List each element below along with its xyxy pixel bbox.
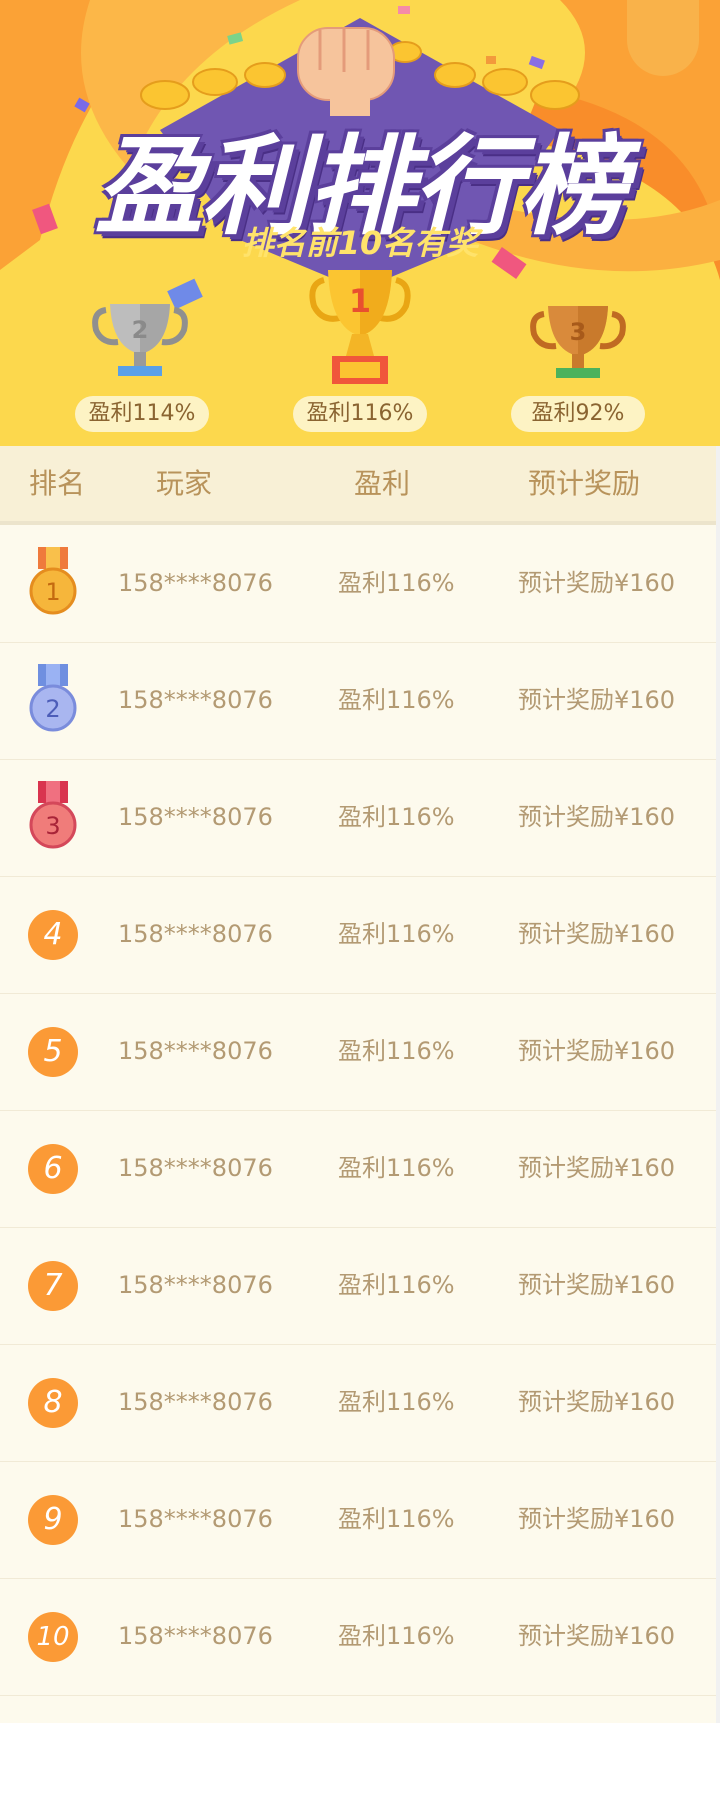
player-id: 158****8076 <box>118 569 273 597</box>
player-id: 158****8076 <box>118 1037 273 1065</box>
estimated-reward: 预计奖励¥160 <box>518 1037 676 1065</box>
gold-trophy-icon: 1 <box>309 270 411 384</box>
scrollbar[interactable] <box>716 446 720 1723</box>
rank-badge: 10 <box>28 1612 78 1662</box>
player-id: 158****8076 <box>118 686 273 714</box>
bronze-medal-icon: 3 <box>29 781 77 849</box>
leaderboard-row[interactable]: 9 158****8076 盈利116% 预计奖励¥160 <box>0 1461 716 1579</box>
banner-subtitle: 排名前10名有奖 <box>241 224 479 262</box>
rank-badge: 4 <box>28 910 78 960</box>
player-id: 158****8076 <box>118 1154 273 1182</box>
podium-third-profit: 盈利92% <box>511 396 645 432</box>
corner-tab-button[interactable] <box>627 0 699 76</box>
svg-text:3: 3 <box>45 812 60 840</box>
svg-text:2: 2 <box>45 695 60 723</box>
leaderboard-row[interactable]: 6 158****8076 盈利116% 预计奖励¥160 <box>0 1110 716 1228</box>
podium-second-profit: 盈利114% <box>75 396 209 432</box>
estimated-reward: 预计奖励¥160 <box>518 803 676 831</box>
player-id: 158****8076 <box>118 1271 273 1299</box>
player-id: 158****8076 <box>118 920 273 948</box>
leaderboard-table-header: 排名 玩家 盈利 预计奖励 <box>0 446 716 525</box>
estimated-reward: 预计奖励¥160 <box>518 569 676 597</box>
profit-value: 盈利116% <box>338 803 455 831</box>
leaderboard-row[interactable]: 5 158****8076 盈利116% 预计奖励¥160 <box>0 993 716 1111</box>
estimated-reward: 预计奖励¥160 <box>518 686 676 714</box>
svg-text:1: 1 <box>45 578 60 606</box>
leaderboard-row[interactable]: 1 158****8076 盈利116% 预计奖励¥160 <box>0 525 716 643</box>
profit-value: 盈利116% <box>338 1037 455 1065</box>
trophy-rank-3: 3 <box>570 318 587 346</box>
estimated-reward: 预计奖励¥160 <box>518 1505 676 1533</box>
rank-badge: 9 <box>28 1495 78 1545</box>
leaderboard-row[interactable]: 7 158****8076 盈利116% 预计奖励¥160 <box>0 1227 716 1345</box>
gold-medal-icon: 1 <box>29 547 77 615</box>
trophy-rank-1: 1 <box>349 282 371 320</box>
leaderboard-banner: 盈利排行榜 排名前10名有奖 2 1 3 盈利114% 盈利116% 盈利92% <box>0 0 720 446</box>
rank-badge: 7 <box>28 1261 78 1311</box>
player-id: 158****8076 <box>118 1622 273 1650</box>
header-player: 玩家 <box>156 467 213 500</box>
player-id: 158****8076 <box>118 1505 273 1533</box>
bronze-trophy-icon: 3 <box>530 306 626 378</box>
header-profit: 盈利 <box>354 467 411 500</box>
leaderboard-list: 1 158****8076 盈利116% 预计奖励¥160 2 158****8… <box>0 525 716 1723</box>
rank-badge: 6 <box>28 1144 78 1194</box>
silver-trophy-icon: 2 <box>92 304 188 376</box>
leaderboard-row[interactable]: 4 158****8076 盈利116% 预计奖励¥160 <box>0 876 716 994</box>
leaderboard-row[interactable]: 2 158****8076 盈利116% 预计奖励¥160 <box>0 642 716 760</box>
leaderboard-row[interactable]: 3 158****8076 盈利116% 预计奖励¥160 <box>0 759 716 877</box>
trophy-rank-2: 2 <box>132 316 149 344</box>
podium-first-profit: 盈利116% <box>293 396 427 432</box>
estimated-reward: 预计奖励¥160 <box>518 1154 676 1182</box>
header-reward: 预计奖励 <box>528 467 641 500</box>
profit-value: 盈利116% <box>338 1154 455 1182</box>
leaderboard-row[interactable]: 10 158****8076 盈利116% 预计奖励¥160 <box>0 1578 716 1696</box>
estimated-reward: 预计奖励¥160 <box>518 920 676 948</box>
profit-value: 盈利116% <box>338 920 455 948</box>
player-id: 158****8076 <box>118 803 273 831</box>
silver-medal-icon: 2 <box>29 664 77 732</box>
estimated-reward: 预计奖励¥160 <box>518 1622 676 1650</box>
header-rank: 排名 <box>29 467 86 500</box>
leaderboard-row[interactable]: 8 158****8076 盈利116% 预计奖励¥160 <box>0 1344 716 1462</box>
rank-badge: 8 <box>28 1378 78 1428</box>
profit-value: 盈利116% <box>338 1505 455 1533</box>
estimated-reward: 预计奖励¥160 <box>518 1271 676 1299</box>
profit-value: 盈利116% <box>338 1271 455 1299</box>
profit-value: 盈利116% <box>338 686 455 714</box>
profit-value: 盈利116% <box>338 569 455 597</box>
player-id: 158****8076 <box>118 1388 273 1416</box>
rank-badge: 5 <box>28 1027 78 1077</box>
leaderboard-page: 盈利排行榜 排名前10名有奖 2 1 3 盈利114% 盈利116% 盈利92%… <box>0 0 720 1800</box>
profit-value: 盈利116% <box>338 1388 455 1416</box>
estimated-reward: 预计奖励¥160 <box>518 1388 676 1416</box>
profit-value: 盈利116% <box>338 1622 455 1650</box>
